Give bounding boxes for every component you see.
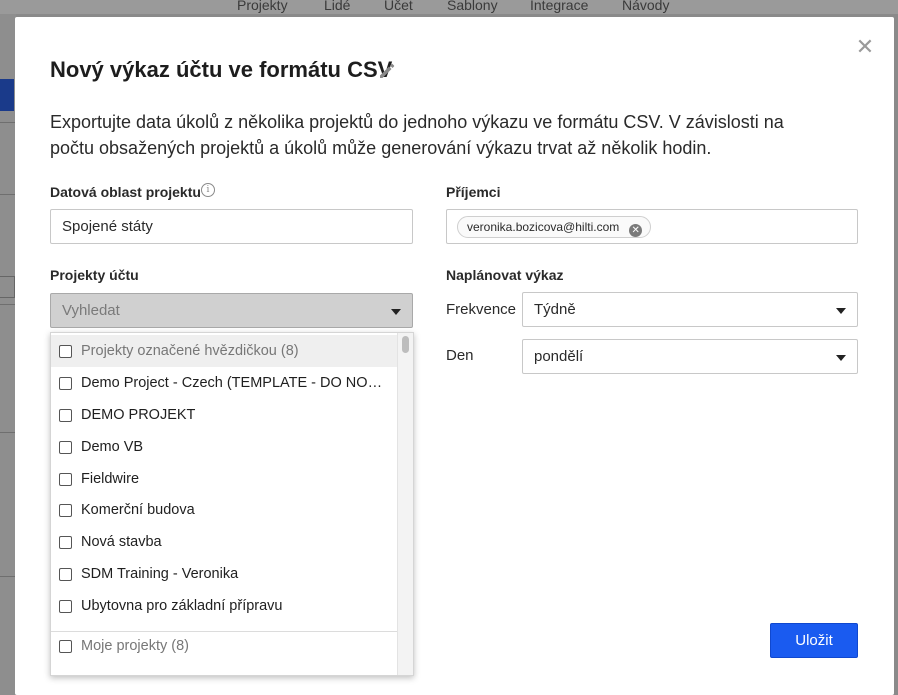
info-icon[interactable]: i bbox=[201, 183, 215, 197]
bg-blue-tab bbox=[0, 79, 14, 111]
data-region-field[interactable]: Spojené státy bbox=[50, 209, 413, 244]
list-item-label: Ubytovna pro základní přípravu bbox=[81, 598, 283, 614]
list-item[interactable]: SDM Training - Veronika bbox=[51, 558, 397, 590]
list-item[interactable]: Demo Project - Czech (TEMPLATE - DO NOT … bbox=[51, 367, 397, 399]
bg-divider bbox=[0, 576, 16, 577]
data-region-value: Spojené státy bbox=[62, 218, 153, 235]
list-item[interactable]: DEMO PROJEKT bbox=[51, 399, 397, 431]
recipients-label: Příjemci bbox=[446, 184, 501, 200]
list-item[interactable]: Komerční budova bbox=[51, 494, 397, 526]
checkbox[interactable] bbox=[59, 536, 72, 549]
checkbox[interactable] bbox=[59, 568, 72, 581]
chevron-down-icon bbox=[836, 355, 846, 361]
modal-description: Exportujte data úkolů z několika projekt… bbox=[50, 112, 784, 158]
bg-divider bbox=[0, 304, 16, 305]
list-item-label: Fieldwire bbox=[81, 471, 140, 487]
bg-divider bbox=[0, 432, 16, 433]
chevron-down-icon bbox=[391, 309, 401, 315]
list-item-label: Moje projekty (8) bbox=[81, 638, 189, 654]
list-item[interactable]: Demo VB bbox=[51, 431, 397, 463]
checkbox[interactable] bbox=[59, 640, 72, 653]
list-item-label: Demo Project - Czech (TEMPLATE - DO NOT … bbox=[81, 375, 389, 391]
day-label: Den bbox=[446, 347, 474, 364]
account-projects-label: Projekty účtu bbox=[50, 267, 139, 283]
checkbox[interactable] bbox=[59, 600, 72, 613]
bg-nav-item: Účet bbox=[384, 0, 413, 13]
bg-divider bbox=[0, 122, 16, 123]
checkbox[interactable] bbox=[59, 345, 72, 358]
bg-nav-item: Lidé bbox=[324, 0, 351, 13]
bg-nav-item: Integrace bbox=[530, 0, 589, 13]
remove-recipient-icon[interactable]: ✕ bbox=[629, 224, 643, 237]
schedule-label: Naplánovat výkaz bbox=[446, 267, 564, 283]
projects-search-placeholder: Vyhledat bbox=[62, 302, 120, 319]
edit-title-pencil-icon[interactable] bbox=[377, 61, 397, 81]
recipient-email: veronika.bozicova@hilti.com bbox=[467, 220, 620, 234]
new-report-modal: ✕ Nový výkaz účtu ve formátu CSV Exportu… bbox=[15, 17, 894, 695]
checkbox[interactable] bbox=[59, 377, 72, 390]
bg-nav-item: Návody bbox=[622, 0, 670, 13]
checkbox[interactable] bbox=[59, 441, 72, 454]
frequency-value: Týdně bbox=[534, 301, 576, 318]
close-icon[interactable]: ✕ bbox=[855, 36, 875, 58]
save-button[interactable]: Uložit bbox=[770, 623, 858, 658]
list-item[interactable]: Projekty označené hvězdičkou (8) bbox=[51, 335, 397, 367]
scrollbar[interactable] bbox=[397, 333, 413, 675]
frequency-select[interactable]: Týdně bbox=[522, 292, 858, 327]
projects-dropdown-list[interactable]: Projekty označené hvězdičkou (8) Demo Pr… bbox=[50, 332, 414, 676]
checkbox[interactable] bbox=[59, 409, 72, 422]
data-region-label: Datová oblast projektu bbox=[50, 184, 201, 200]
background-nav: Projekty Lidé Účet Šablony Integrace Náv… bbox=[0, 0, 898, 14]
checkbox[interactable] bbox=[59, 473, 72, 486]
bg-divider bbox=[0, 194, 16, 195]
background-right bbox=[894, 14, 898, 695]
list-item-label: SDM Training - Veronika bbox=[81, 566, 239, 582]
bg-box bbox=[0, 276, 15, 298]
chevron-down-icon bbox=[836, 308, 846, 314]
list-item-label: Demo VB bbox=[81, 439, 144, 455]
bg-nav-item: Šablony bbox=[447, 0, 498, 13]
modal-title: Nový výkaz účtu ve formátu CSV bbox=[50, 57, 393, 82]
list-item-label: Projekty označené hvězdičkou (8) bbox=[81, 343, 299, 359]
list-item[interactable]: Nová stavba bbox=[51, 526, 397, 558]
list-item-label: DEMO PROJEKT bbox=[81, 407, 196, 423]
list-item[interactable]: Moje projekty (8) bbox=[51, 630, 397, 662]
checkbox[interactable] bbox=[59, 504, 72, 517]
recipient-chip: veronika.bozicova@hilti.com ✕ bbox=[457, 216, 652, 238]
projects-search-select[interactable]: Vyhledat bbox=[50, 293, 413, 328]
day-value: pondělí bbox=[534, 348, 584, 365]
list-item[interactable]: Fieldwire bbox=[51, 463, 397, 495]
frequency-label: Frekvence bbox=[446, 301, 517, 318]
bg-nav-item: Projekty bbox=[237, 0, 288, 13]
day-select[interactable]: pondělí bbox=[522, 339, 858, 374]
recipients-field[interactable]: veronika.bozicova@hilti.com ✕ bbox=[446, 209, 858, 244]
scrollbar-thumb[interactable] bbox=[402, 336, 409, 353]
list-item-label: Nová stavba bbox=[81, 534, 162, 550]
background-sidebar bbox=[0, 14, 16, 695]
list-item[interactable]: Ubytovna pro základní přípravu bbox=[51, 590, 397, 622]
list-item-label: Komerční budova bbox=[81, 502, 195, 518]
